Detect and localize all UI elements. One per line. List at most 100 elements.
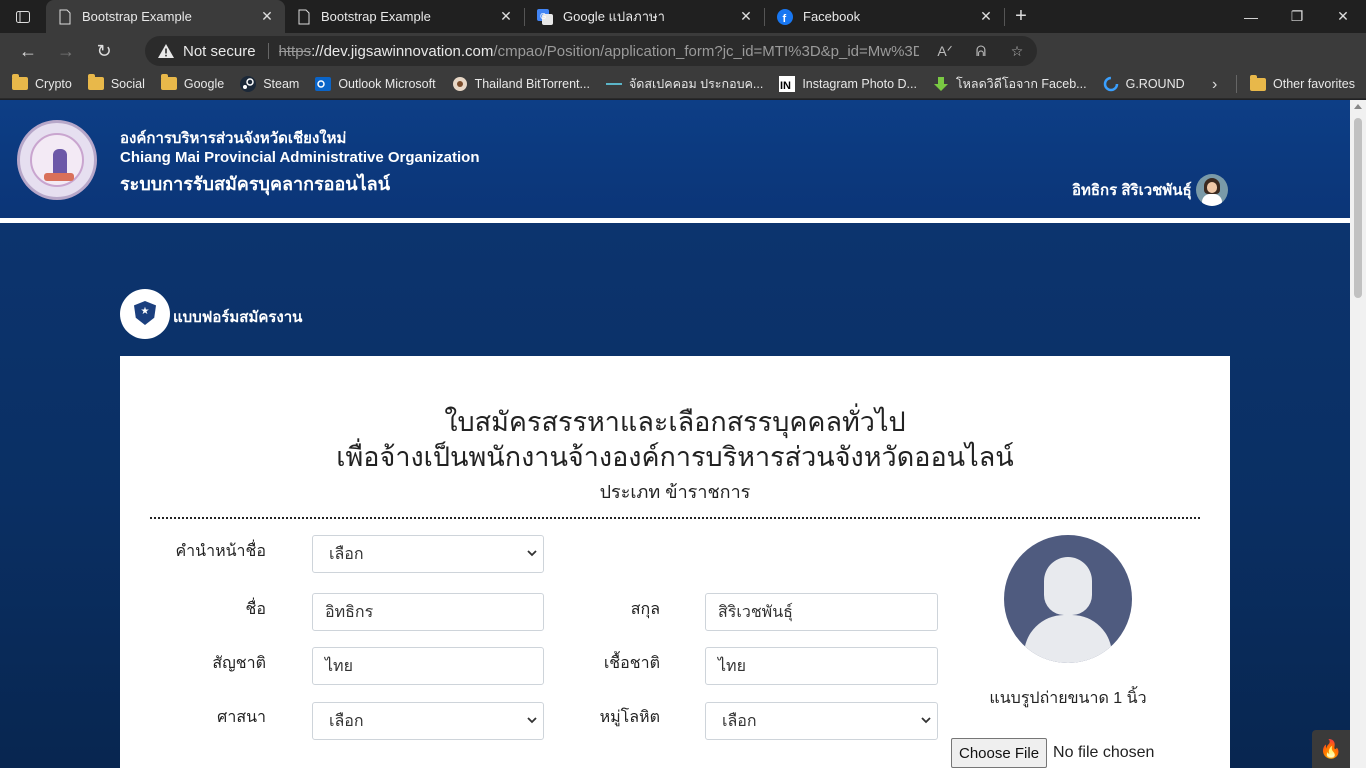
page-icon	[59, 9, 71, 24]
religion-select[interactable]: เลือก	[312, 702, 544, 740]
bookmark-thailand-bittorrent[interactable]: Thailand BitTorrent...	[452, 76, 590, 92]
close-icon[interactable]: ✕	[978, 8, 994, 25]
bookmark-label: จัดสเปคคอม ประกอบค...	[628, 76, 764, 91]
back-arrow-icon: ←	[19, 40, 37, 61]
file-status: No file chosen	[1053, 744, 1155, 761]
bookmark-google[interactable]: Google	[160, 74, 225, 92]
bookmark-spec-computer[interactable]: จัดสเปคคอม ประกอบค...	[605, 74, 764, 94]
nationality-value: ไทย	[325, 657, 353, 675]
user-name[interactable]: อิทธิกร สิริเวชพันธุ์	[1072, 178, 1192, 202]
steam-icon	[240, 75, 257, 92]
facebook-icon: f	[777, 8, 793, 25]
folder-icon	[1250, 74, 1266, 92]
new-tab-button[interactable]: +	[1005, 0, 1037, 33]
religion-label: ศาสนา	[217, 709, 266, 726]
refresh-button[interactable]: ↻	[85, 33, 123, 69]
url-text[interactable]: https://dev.jigsawinnovation.com/cmpao/P…	[279, 43, 919, 60]
last-name-label: สกุล	[630, 601, 660, 618]
photo-file-input[interactable]: Choose File No file chosen	[951, 738, 1154, 768]
bookmark-ground[interactable]: G.ROUND	[1103, 76, 1185, 92]
google-translate-icon: G	[537, 8, 553, 25]
forward-arrow-icon: →	[57, 40, 75, 61]
bookmark-outlook[interactable]: Outlook Microsoft	[315, 76, 436, 92]
bookmark-instagram-download[interactable]: IN Instagram Photo D...	[779, 75, 917, 92]
prefix-select[interactable]: เลือก	[312, 535, 544, 573]
bookmark-label: Thailand BitTorrent...	[474, 76, 590, 91]
photo-caption: แนบรูปถ่ายขนาด 1 นิ้ว	[989, 690, 1147, 707]
close-window-button[interactable]: ✕	[1320, 0, 1366, 33]
scrollbar[interactable]	[1350, 100, 1366, 768]
restore-icon: ❐	[1290, 8, 1304, 24]
tab-title: Bootstrap Example	[321, 9, 431, 24]
tab-actions-button[interactable]	[0, 0, 46, 33]
other-favorites[interactable]: Other favorites	[1250, 74, 1355, 92]
tab-strip: Bootstrap Example ✕ Bootstrap Example ✕ …	[0, 0, 1366, 33]
bookmark-crypto[interactable]: Crypto	[12, 74, 72, 92]
chevron-right-icon[interactable]: ›	[1212, 76, 1217, 94]
translate-button[interactable]: ᕱ	[971, 41, 991, 61]
star-icon: ★	[140, 305, 150, 317]
bookmark-facebook-video[interactable]: โหลดวิดีโอจาก Faceb...	[933, 74, 1087, 94]
org-name-thai: องค์การบริหารส่วนจังหวัดเชียงใหม่	[120, 130, 347, 147]
bookmark-label: โหลดวิดีโอจาก Faceb...	[955, 76, 1087, 91]
instagram-icon: IN	[779, 75, 796, 92]
last-name-input[interactable]: สิริเวชพันธุ์	[705, 593, 938, 631]
star-add-icon: ☆	[1010, 42, 1024, 59]
blood-type-label: หมู่โลหิต	[599, 709, 660, 726]
url-path: /cmpao/Position/application_form?jc_id=M…	[493, 42, 919, 60]
org-name-english: Chiang Mai Provincial Administrative Org…	[120, 149, 480, 166]
profile-photo-placeholder	[1004, 535, 1132, 663]
scrollbar-thumb[interactable]	[1354, 118, 1362, 298]
org-logo[interactable]	[17, 120, 97, 200]
floating-action-button[interactable]: 🔥	[1312, 730, 1350, 768]
tab-bootstrap-1[interactable]: Bootstrap Example ✕	[46, 0, 285, 33]
add-favorite-button[interactable]: ☆	[1007, 41, 1027, 61]
bookmark-steam[interactable]: Steam	[240, 75, 299, 92]
race-input[interactable]: ไทย	[705, 647, 938, 685]
minimize-button[interactable]: —	[1228, 0, 1274, 33]
tab-title: Google แปลภาษา	[563, 9, 665, 24]
close-icon[interactable]: ✕	[738, 8, 754, 25]
folder-icon	[87, 74, 104, 92]
forward-button[interactable]: →	[47, 33, 85, 69]
tab-google-translate[interactable]: G Google แปลภาษา ✕	[525, 0, 764, 33]
tab-facebook[interactable]: f Facebook ✕	[765, 0, 1004, 33]
window-controls: — ❐ ✕	[1228, 0, 1366, 33]
tab-bootstrap-2[interactable]: Bootstrap Example ✕	[285, 0, 524, 33]
divider	[1236, 75, 1237, 93]
read-aloud-button[interactable]: Aᐟ	[935, 41, 955, 61]
bookmarks-bar: Crypto Social Google Steam Outlook Micro…	[0, 69, 1366, 99]
blood-type-select[interactable]: เลือก	[705, 702, 938, 740]
close-icon[interactable]: ✕	[259, 8, 275, 25]
url-host: ://dev.jigsawinnovation.com	[311, 42, 494, 60]
folder-icon	[160, 74, 177, 92]
back-button[interactable]: ←	[9, 33, 47, 69]
minimize-icon: —	[1244, 8, 1258, 25]
outlook-icon	[315, 76, 332, 92]
header-divider	[0, 218, 1350, 223]
translate-icon: ᕱ	[975, 42, 987, 59]
form-subtitle: ประเภท ข้าราชการ	[599, 482, 751, 502]
first-name-input[interactable]: อิทธิกร	[312, 593, 544, 631]
scroll-up-icon[interactable]	[1354, 104, 1362, 109]
chevron-down-icon	[527, 717, 537, 724]
close-icon[interactable]: ✕	[498, 8, 514, 25]
race-value: ไทย	[718, 657, 746, 675]
system-name: ระบบการรับสมัครบุคลากรออนไลน์	[120, 174, 390, 194]
choose-file-button[interactable]: Choose File	[951, 738, 1048, 768]
bookmark-label: Social	[110, 76, 145, 91]
tab-title: Bootstrap Example	[82, 9, 192, 24]
security-label[interactable]: Not secure	[183, 43, 256, 60]
svg-text:f: f	[783, 13, 787, 25]
nationality-input[interactable]: ไทย	[312, 647, 544, 685]
avatar[interactable]	[1196, 174, 1228, 206]
bookmark-label: Google	[183, 76, 225, 91]
chevron-down-icon	[921, 717, 931, 724]
close-icon: ✕	[1337, 8, 1349, 24]
bookmark-social[interactable]: Social	[87, 74, 145, 92]
restore-button[interactable]: ❐	[1274, 0, 1320, 33]
religion-value: เลือก	[329, 712, 364, 730]
address-bar[interactable]: Not secure https://dev.jigsawinnovation.…	[145, 36, 1037, 66]
person-body-icon	[1024, 615, 1112, 663]
warning-icon	[158, 44, 174, 58]
